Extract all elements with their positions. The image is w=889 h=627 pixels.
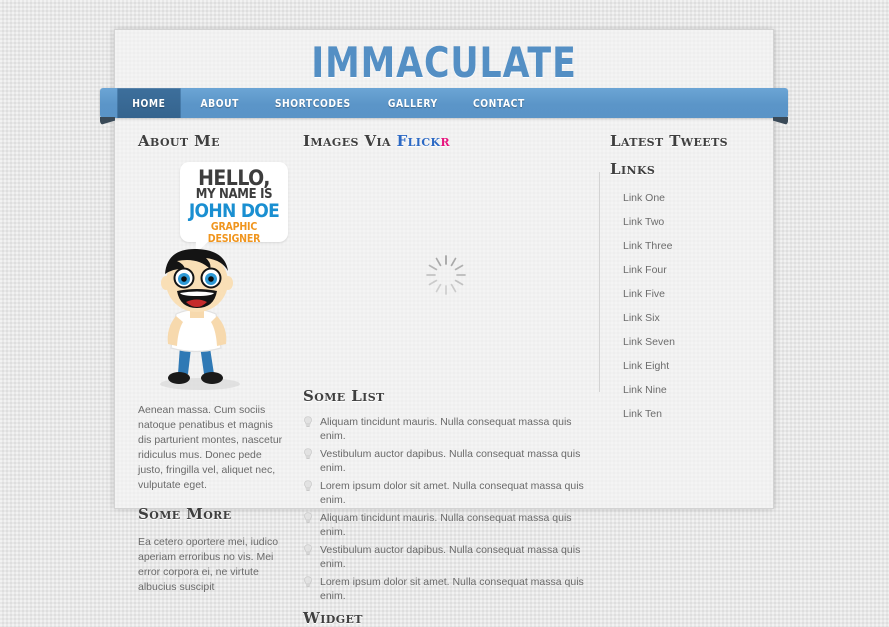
speech-bubble: HELLO, MY NAME IS JOHN DOE GRAPHIC DESIG…	[180, 162, 288, 253]
link-eight[interactable]: Link Eight	[623, 360, 669, 372]
bubble-name-text: JOHN DOE	[188, 200, 280, 222]
link-seven[interactable]: Link Seven	[623, 336, 675, 348]
ribbon-fold-left-icon	[100, 117, 115, 125]
list-item: Vestibulum auctor dapibus. Nulla consequ…	[303, 447, 589, 475]
list-item: Aliquam tincidunt mauris. Nulla consequa…	[303, 415, 589, 443]
list-item-text: Aliquam tincidunt mauris. Nulla consequa…	[320, 512, 572, 538]
list-item: Aliquam tincidunt mauris. Nulla consequa…	[303, 511, 589, 539]
flickr-heading: Images Via Flickr	[303, 132, 589, 150]
widget-heading: Widget	[303, 609, 363, 627]
lightbulb-icon	[304, 480, 312, 491]
nav-item-about[interactable]: ABOUT	[185, 88, 253, 118]
some-list: Aliquam tincidunt mauris. Nulla consequa…	[303, 415, 589, 603]
list-item: Link One	[623, 188, 759, 206]
lightbulb-icon	[304, 512, 312, 523]
nav-item-contact[interactable]: CONTACT	[458, 88, 540, 118]
list-item-text: Aliquam tincidunt mauris. Nulla consequa…	[320, 416, 572, 442]
lightbulb-icon	[304, 544, 312, 555]
list-item: Link Eight	[623, 356, 759, 374]
flickr-brand-pink: r	[440, 132, 451, 150]
nav-list: HOME ABOUT SHORTCODES GALLERY CONTACT	[100, 88, 788, 118]
some-more-text: Ea cetero oportere mei, iudico aperiam e…	[138, 536, 279, 593]
link-nine[interactable]: Link Nine	[623, 384, 667, 396]
list-item-text: Vestibulum auctor dapibus. Nulla consequ…	[320, 544, 581, 570]
list-item: Lorem ipsum dolor sit amet. Nulla conseq…	[303, 575, 589, 603]
nav-item-gallery[interactable]: GALLERY	[373, 88, 453, 118]
links-list: Link One Link Two Link Three Link Four L…	[610, 188, 759, 422]
list-item: Link Five	[623, 284, 759, 302]
list-item: Link Six	[623, 308, 759, 326]
about-me-illustration: HELLO, MY NAME IS JOHN DOE GRAPHIC DESIG…	[138, 162, 288, 397]
links-divider	[599, 172, 600, 392]
about-me-text: Aenean massa. Cum sociis natoque penatib…	[138, 404, 283, 491]
page-container: IMMACULATE HOME ABOUT SHORTCODES GALLERY…	[100, 30, 788, 627]
flickr-image-stage	[303, 162, 589, 387]
site-header: IMMACULATE	[115, 30, 773, 87]
latest-tweets-heading: Latest Tweets	[610, 132, 729, 150]
bubble-hello-text: HELLO,	[198, 166, 270, 190]
flickr-heading-prefix: Images Via	[303, 132, 397, 150]
main-navigation: HOME ABOUT SHORTCODES GALLERY CONTACT	[100, 88, 788, 125]
content-area: About Me HELLO, MY NAME IS JOHN DOE GRAP…	[115, 118, 773, 627]
flickr-brand-blue: Flick	[396, 132, 441, 150]
some-list-heading: Some List	[303, 387, 385, 405]
links-heading: Links	[610, 160, 656, 178]
link-four[interactable]: Link Four	[623, 264, 667, 276]
lightbulb-icon	[304, 576, 312, 587]
link-five[interactable]: Link Five	[623, 288, 665, 300]
about-me-heading: About Me	[138, 132, 220, 150]
ribbon-fold-right-icon	[773, 117, 788, 125]
list-item: Vestibulum auctor dapibus. Nulla consequ…	[303, 543, 589, 571]
link-two[interactable]: Link Two	[623, 216, 664, 228]
list-item: Link Ten	[623, 404, 759, 422]
list-item: Lorem ipsum dolor sit amet. Nulla conseq…	[303, 479, 589, 507]
link-three[interactable]: Link Three	[623, 240, 672, 252]
list-item-text: Vestibulum auctor dapibus. Nulla consequ…	[320, 448, 581, 474]
list-item-text: Lorem ipsum dolor sit amet. Nulla conseq…	[320, 480, 584, 506]
list-item: Link Seven	[623, 332, 759, 350]
list-item: Link Nine	[623, 380, 759, 398]
nav-item-home[interactable]: HOME	[117, 88, 181, 118]
list-item-text: Lorem ipsum dolor sit amet. Nulla conseq…	[320, 576, 584, 602]
main-column: Images Via Flickr Some List Aliquam tinc…	[294, 118, 599, 627]
list-item: Link Three	[623, 236, 759, 254]
right-sidebar: Latest Tweets Links Link One Link Two Li…	[599, 118, 759, 508]
list-item: Link Two	[623, 212, 759, 230]
list-item: Link Four	[623, 260, 759, 278]
radial-spinner-loading-icon	[426, 254, 466, 295]
site-title: IMMACULATE	[311, 38, 577, 87]
link-six[interactable]: Link Six	[623, 312, 660, 324]
link-ten[interactable]: Link Ten	[623, 408, 662, 420]
lightbulb-icon	[304, 416, 312, 427]
link-one[interactable]: Link One	[623, 192, 665, 204]
cartoon-character-avatar-icon	[160, 248, 240, 390]
left-sidebar: About Me HELLO, MY NAME IS JOHN DOE GRAP…	[129, 118, 294, 593]
nav-item-shortcodes[interactable]: SHORTCODES	[260, 88, 366, 118]
lightbulb-icon	[304, 448, 312, 459]
